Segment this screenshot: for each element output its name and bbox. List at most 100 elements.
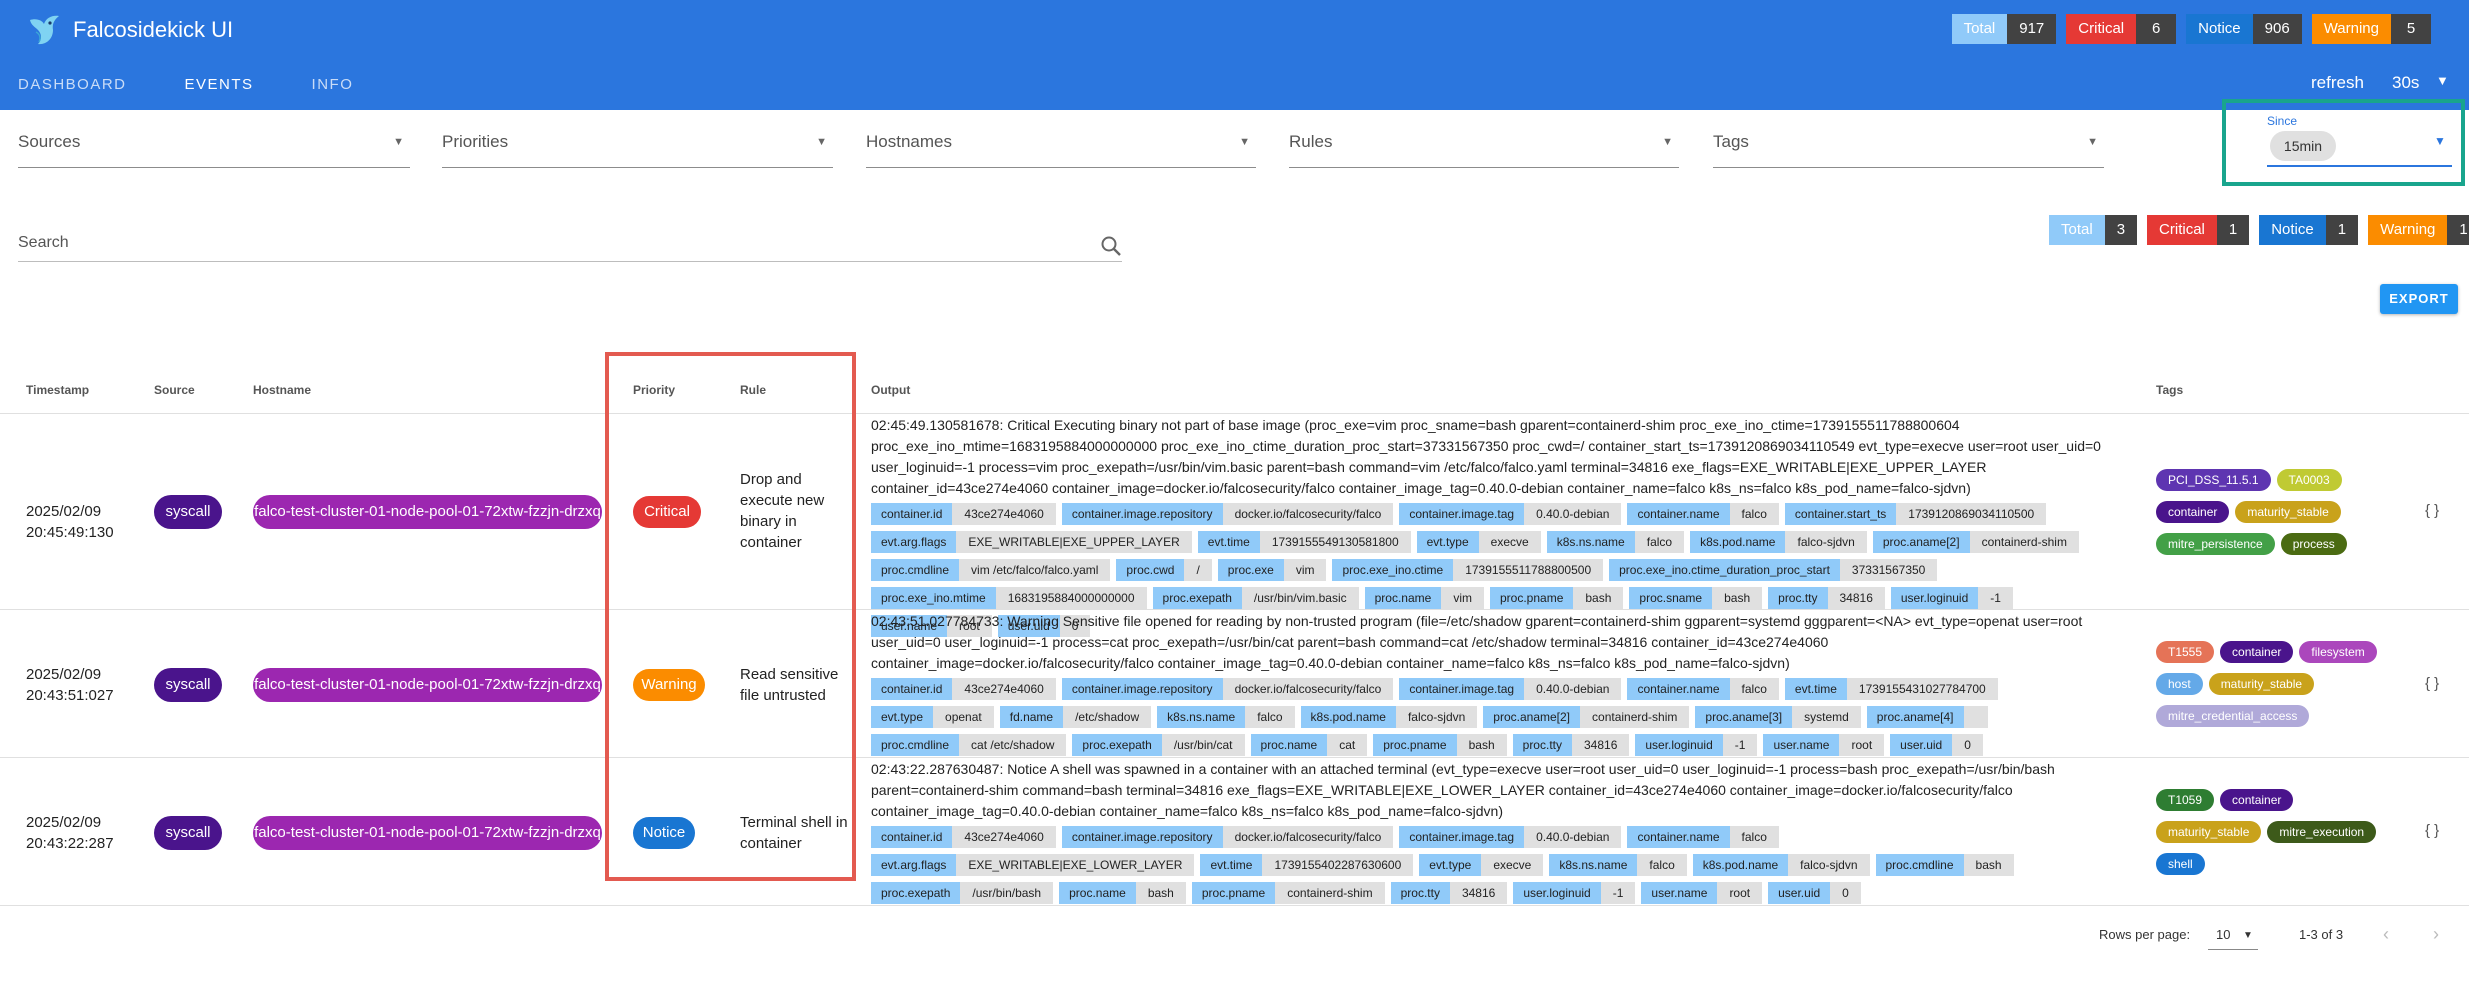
tag-chip[interactable]: PCI_DSS_11.5.1	[2156, 469, 2271, 491]
field-value: /etc/shadow	[1063, 706, 1152, 728]
tag-chip[interactable]: host	[2156, 673, 2203, 695]
output-field: proc.pname containerd-shim	[1191, 882, 1385, 904]
field-value: falco-sjdvn	[1788, 854, 1870, 876]
refresh-caret-icon[interactable]: ▼	[2436, 73, 2449, 88]
since-select[interactable]: 15min	[2270, 131, 2336, 161]
tag-chip[interactable]: mitre_persistence	[2156, 533, 2275, 555]
tag-chip[interactable]: shell	[2156, 853, 2205, 875]
summary-count-critical[interactable]: Critical 1	[2147, 215, 2250, 245]
prev-page-icon[interactable]: ‹	[2383, 924, 2389, 945]
header-count-critical[interactable]: Critical 6	[2066, 14, 2177, 44]
tag-chip[interactable]: mitre_credential_access	[2156, 705, 2310, 727]
field-value: falco-sjdvn	[1395, 706, 1478, 728]
field-value: docker.io/falcosecurity/falco	[1222, 826, 1394, 848]
output-field: user.uid 0	[1768, 882, 1861, 904]
field-key: proc.cwd	[1116, 559, 1185, 581]
tag-chip[interactable]: TA0003	[2276, 469, 2342, 491]
field-value: falco	[1637, 854, 1687, 876]
tag-chip[interactable]: process	[2280, 533, 2347, 555]
field-value: -1	[1722, 734, 1758, 756]
search-input[interactable]: Search	[18, 232, 1122, 262]
output-field: proc.pname bash	[1373, 734, 1507, 756]
row-details-icon[interactable]: { }	[2425, 502, 2439, 519]
tag-chip[interactable]: mitre_execution	[2267, 821, 2377, 843]
tags-cell: T1555 container filesystem host maturity_sta…	[2156, 636, 2386, 732]
summary-count-notice[interactable]: Notice 1	[2259, 215, 2359, 245]
output-field: proc.aname[2] containerd-shim	[1483, 706, 1690, 728]
output-field: k8s.pod.name falco-sjdvn	[1692, 854, 1870, 876]
rows-per-page-underline	[2208, 949, 2258, 950]
output-field: proc.tty 34816	[1390, 882, 1508, 904]
field-key: user.uid	[1890, 734, 1953, 756]
tag-chip[interactable]: filesystem	[2299, 641, 2377, 663]
output-field: evt.type execve	[1419, 854, 1544, 876]
tag-chip[interactable]: container	[2156, 501, 2230, 523]
field-key: container.id	[871, 678, 953, 700]
search-icon[interactable]	[1099, 234, 1123, 258]
priorities-filter[interactable]: Priorities ▼	[442, 128, 833, 168]
header-count-warning[interactable]: Warning 5	[2311, 14, 2431, 44]
tag-chip[interactable]: maturity_stable	[2208, 673, 2315, 695]
output-field: proc.tty 34816	[1512, 734, 1630, 756]
field-key: container.image.tag	[1399, 678, 1525, 700]
row-details-icon[interactable]: { }	[2425, 822, 2439, 839]
col-header-hostname[interactable]: Hostname	[253, 383, 311, 397]
field-key: user.uid	[1768, 882, 1831, 904]
field-key: proc.name	[1250, 734, 1328, 756]
rules-filter[interactable]: Rules ▼	[1289, 128, 1679, 168]
output-field: container.image.tag 0.40.0-debian	[1399, 678, 1622, 700]
field-value: falco	[1634, 531, 1685, 553]
tag-chip[interactable]: container	[2220, 789, 2294, 811]
tab-events[interactable]: EVENTS	[185, 76, 254, 93]
output-field: fd.name/etc/shadow	[999, 706, 1152, 728]
output-field: proc.name cat	[1250, 734, 1368, 756]
refresh-select[interactable]: 30s	[2392, 73, 2419, 93]
output-field: proc.sname bash	[1629, 587, 1763, 609]
since-caret-icon[interactable]: ▼	[2434, 134, 2446, 148]
hostnames-filter[interactable]: Hostnames ▼	[866, 128, 1256, 168]
tag-chip[interactable]: maturity_stable	[2156, 821, 2262, 843]
export-button[interactable]: EXPORT	[2380, 284, 2458, 314]
app-title: Falcosidekick UI	[73, 17, 234, 42]
field-value: vim /etc/falco/falco.yaml	[959, 559, 1111, 581]
header-count-notice[interactable]: Notice 906	[2186, 14, 2302, 44]
tag-chip[interactable]: maturity_stable	[2235, 501, 2341, 523]
col-header-tags[interactable]: Tags	[2156, 383, 2183, 397]
field-value: execve	[1481, 854, 1544, 876]
summary-count-warning[interactable]: Warning 1	[2368, 215, 2469, 245]
next-page-icon[interactable]: ›	[2433, 924, 2439, 945]
output-field: container.image.repository docker.io/falc…	[1061, 678, 1394, 700]
rows-caret-icon[interactable]: ▼	[2243, 930, 2253, 941]
field-key: container.name	[1627, 826, 1730, 848]
tags-filter[interactable]: Tags ▼	[1713, 128, 2104, 168]
tag-chip[interactable]: T1059	[2156, 789, 2215, 811]
field-key: container.image.tag	[1399, 503, 1525, 525]
field-key: k8s.pod.name	[1690, 531, 1786, 553]
field-value: root	[1717, 882, 1763, 904]
tag-chip[interactable]: container	[2220, 641, 2294, 663]
tag-chip[interactable]: T1555	[2156, 641, 2215, 663]
field-value: bash	[1963, 854, 2014, 876]
output-field: user.loginuid -1	[1513, 882, 1636, 904]
field-value: 0	[1952, 734, 1983, 756]
field-key: evt.type	[1416, 531, 1479, 553]
rows-per-page-select[interactable]: 10	[2216, 927, 2230, 942]
field-key: proc.tty	[1768, 587, 1828, 609]
field-key: evt.time	[1197, 531, 1260, 553]
header-count-total[interactable]: Total 917	[1951, 14, 2057, 44]
col-header-timestamp[interactable]: Timestamp	[26, 383, 89, 397]
field-value: 34816	[1449, 882, 1508, 904]
tab-info[interactable]: INFO	[312, 76, 354, 93]
field-value: /usr/bin/vim.basic	[1241, 587, 1359, 609]
field-key: proc.exepath	[1072, 734, 1162, 756]
summary-count-total[interactable]: Total 3	[2049, 215, 2138, 245]
row-details-icon[interactable]: { }	[2425, 675, 2439, 692]
field-key: user.name	[1763, 734, 1840, 756]
col-header-output[interactable]: Output	[871, 383, 910, 397]
nav-tabs: DASHBOARD EVENTS INFO	[18, 76, 411, 93]
col-header-source[interactable]: Source	[154, 383, 195, 397]
field-key: proc.exe_ino.ctime_duration_proc_start	[1609, 559, 1840, 581]
sources-filter[interactable]: Sources ▼	[18, 128, 410, 168]
field-key: container.name	[1627, 678, 1730, 700]
tab-dashboard[interactable]: DASHBOARD	[18, 76, 127, 93]
